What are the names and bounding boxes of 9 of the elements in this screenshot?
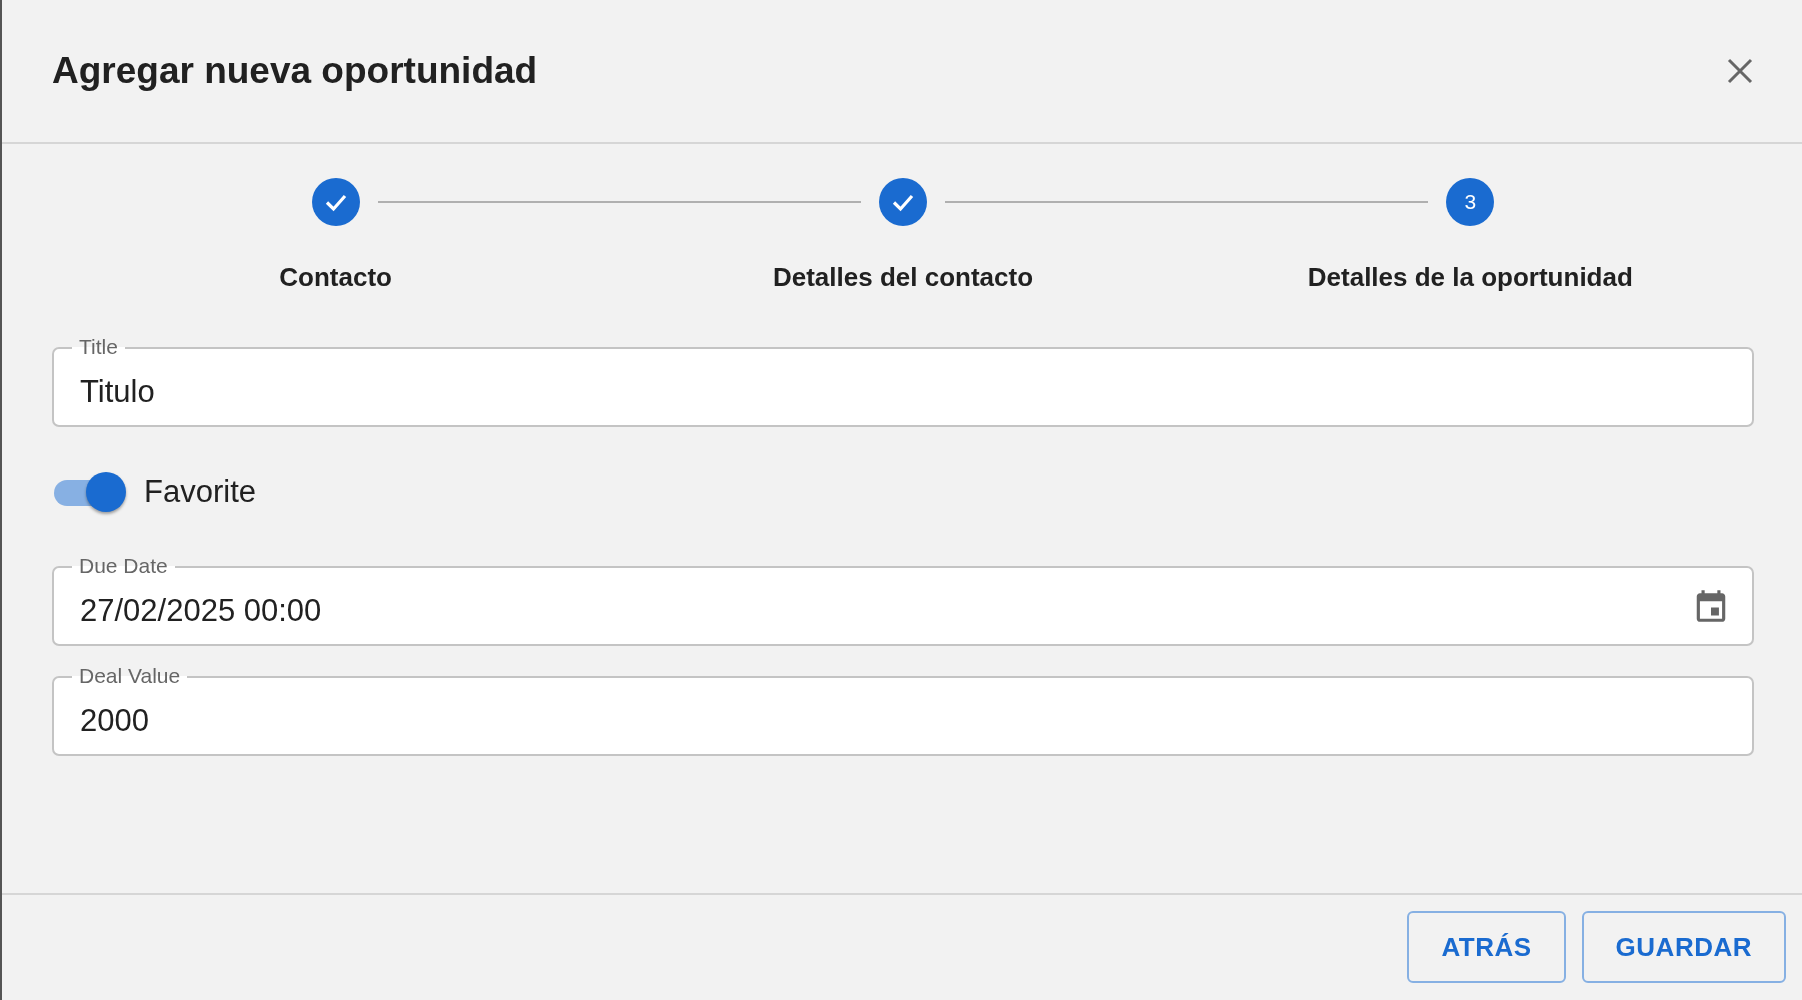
toggle-label: Favorite	[144, 474, 256, 510]
step-number: 3	[1446, 178, 1495, 226]
step-label: Detalles del contacto	[772, 262, 1034, 293]
close-button[interactable]	[1726, 57, 1754, 85]
dialog-button[interactable]: GUARDAR	[1581, 911, 1786, 983]
dialog-title: Agregar nueva oportunidad	[52, 50, 538, 92]
step-label: Detalles de la oportunidad	[1307, 262, 1633, 293]
dialog-button[interactable]: ATRÁS	[1407, 911, 1566, 983]
step-label: Contacto	[279, 262, 392, 293]
